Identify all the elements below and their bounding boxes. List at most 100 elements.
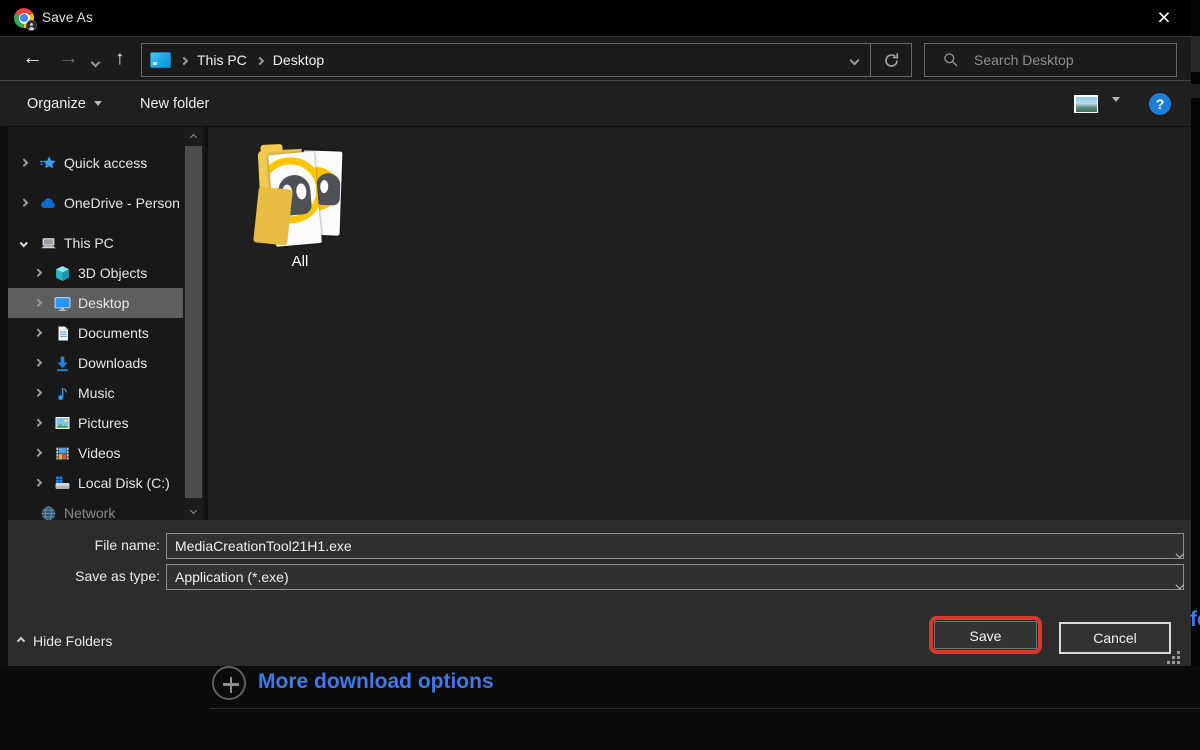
cloud-icon	[40, 195, 57, 212]
globe-icon	[40, 505, 57, 520]
folder-icon	[253, 138, 343, 250]
address-bar[interactable]: This PC Desktop	[141, 43, 912, 77]
chrome-icon	[14, 8, 37, 31]
title-bar: Save As ×	[0, 0, 1191, 36]
folder-item-all[interactable]: All	[250, 138, 350, 270]
view-dropdown-icon[interactable]	[1112, 97, 1120, 120]
download-icon	[54, 355, 71, 372]
sidebar-item-label: 3D Objects	[78, 265, 148, 281]
sidebar-item-this-pc[interactable]: This PC	[8, 228, 183, 258]
sidebar-item-desktop[interactable]: Desktop	[8, 288, 183, 318]
page-behind-right-strip	[1191, 0, 1200, 666]
screen: Save As × ← → ↑ This PC Desktop Search D…	[0, 0, 1200, 750]
help-button[interactable]: ?	[1149, 93, 1171, 115]
chevron-right-icon[interactable]	[32, 389, 44, 397]
more-download-options-link[interactable]: More download options	[258, 670, 494, 694]
document-icon	[54, 325, 71, 342]
footer-panel: File name: Save as type: Application (*.…	[0, 520, 1191, 666]
plus-circle-icon[interactable]	[212, 666, 246, 700]
window-title: Save As	[42, 10, 93, 25]
sidebar-item-quick-access[interactable]: Quick access	[8, 148, 183, 178]
save-as-type-select[interactable]: Application (*.exe)	[166, 564, 1184, 590]
sidebar-item-label: OneDrive - Person	[64, 195, 180, 211]
chevron-right-icon[interactable]	[32, 419, 44, 427]
new-folder-button[interactable]: New folder	[140, 81, 209, 126]
organize-button[interactable]: Organize	[27, 81, 102, 126]
toolbar: Organize New folder ?	[0, 81, 1191, 127]
sidebar-item-music[interactable]: Music	[8, 378, 183, 408]
chevron-down-icon[interactable]	[1175, 574, 1184, 592]
monitor-icon	[54, 295, 71, 312]
search-box[interactable]	[924, 43, 1177, 77]
chevron-right-icon	[255, 51, 265, 69]
cube-icon	[54, 265, 71, 282]
forward-button: →	[58, 46, 79, 69]
sidebar-item-videos[interactable]: Videos	[8, 438, 183, 468]
sidebar-item-label: This PC	[64, 235, 114, 251]
sidebar-item-documents[interactable]: Documents	[8, 318, 183, 348]
file-name-label: File name:	[94, 537, 160, 553]
chevron-right-icon[interactable]	[32, 449, 44, 457]
sidebar-item-pictures[interactable]: Pictures	[8, 408, 183, 438]
chevron-right-icon	[179, 51, 189, 69]
scrollbar-thumb[interactable]	[185, 146, 202, 498]
note-icon	[54, 385, 71, 402]
chevron-right-icon[interactable]	[32, 479, 44, 487]
save-as-dialog: Save As × ← → ↑ This PC Desktop Search D…	[0, 0, 1191, 666]
chevron-down-icon[interactable]	[18, 239, 30, 247]
chevron-right-icon[interactable]	[32, 299, 44, 307]
sidebar-scrollbar[interactable]	[184, 127, 203, 520]
resize-grip[interactable]	[1167, 651, 1180, 664]
sidebar-item-label: Local Disk (C:)	[78, 475, 170, 491]
sidebar-item-3d-objects[interactable]: 3D Objects	[8, 258, 183, 288]
search-icon	[944, 53, 958, 67]
scroll-up-icon[interactable]	[184, 129, 203, 145]
scroll-down-icon[interactable]	[184, 502, 203, 518]
divider	[210, 708, 1200, 709]
film-icon	[54, 445, 71, 462]
chevron-up-icon	[16, 636, 26, 646]
view-mode-icon[interactable]	[1074, 95, 1098, 113]
chevron-right-icon[interactable]	[32, 269, 44, 277]
back-button[interactable]: ←	[22, 45, 43, 71]
chevron-right-icon[interactable]	[18, 159, 30, 167]
breadcrumb-this-pc[interactable]: This PC	[197, 52, 247, 68]
chevron-down-icon	[93, 101, 102, 106]
sidebar-item-network[interactable]: Network	[8, 498, 183, 520]
chevron-right-icon[interactable]	[18, 199, 30, 207]
content-area: Quick access OneDrive - Person This PC 3D O…	[0, 127, 1191, 520]
dialog-left-edge	[0, 127, 8, 666]
sidebar-item-onedrive-person[interactable]: OneDrive - Person	[8, 188, 183, 218]
address-dropdown-icon[interactable]	[838, 44, 870, 76]
sidebar-item-label: Music	[78, 385, 115, 401]
file-name-input[interactable]	[166, 533, 1184, 559]
navigation-bar: ← → ↑ This PC Desktop	[0, 36, 1191, 81]
folder-item-label: All	[291, 253, 309, 270]
chevron-right-icon[interactable]	[32, 359, 44, 367]
save-as-type-label: Save as type:	[75, 568, 160, 584]
breadcrumb-desktop[interactable]: Desktop	[273, 52, 324, 68]
chevron-down-icon[interactable]	[1175, 543, 1184, 561]
sidebar-item-local-disk-c[interactable]: Local Disk (C:)	[8, 468, 183, 498]
file-list-pane[interactable]: All	[205, 127, 1191, 520]
sidebar-item-label: Pictures	[78, 415, 129, 431]
sidebar-item-label: Desktop	[78, 295, 130, 311]
sidebar-item-downloads[interactable]: Downloads	[8, 348, 183, 378]
up-button[interactable]: ↑	[115, 46, 125, 72]
refresh-icon[interactable]	[871, 44, 911, 76]
sidebar-item-label: Quick access	[64, 155, 148, 171]
chevron-right-icon[interactable]	[32, 329, 44, 337]
page-behind-bottom: More download options	[0, 666, 1200, 750]
sidebar-item-label: Documents	[78, 325, 149, 341]
cancel-button[interactable]: Cancel	[1059, 622, 1171, 654]
close-icon[interactable]: ×	[1150, 3, 1178, 31]
sidebar-tree: Quick access OneDrive - Person This PC 3D O…	[0, 127, 205, 520]
search-input[interactable]	[972, 51, 1162, 69]
this-pc-icon	[150, 52, 171, 68]
sidebar-item-label: Videos	[78, 445, 121, 461]
save-button[interactable]: Save	[934, 621, 1037, 649]
sidebar-item-label: Network	[64, 505, 116, 520]
hide-folders-button[interactable]: Hide Folders	[16, 633, 112, 649]
drive-icon	[54, 475, 71, 492]
history-dropdown-icon[interactable]	[90, 53, 101, 71]
